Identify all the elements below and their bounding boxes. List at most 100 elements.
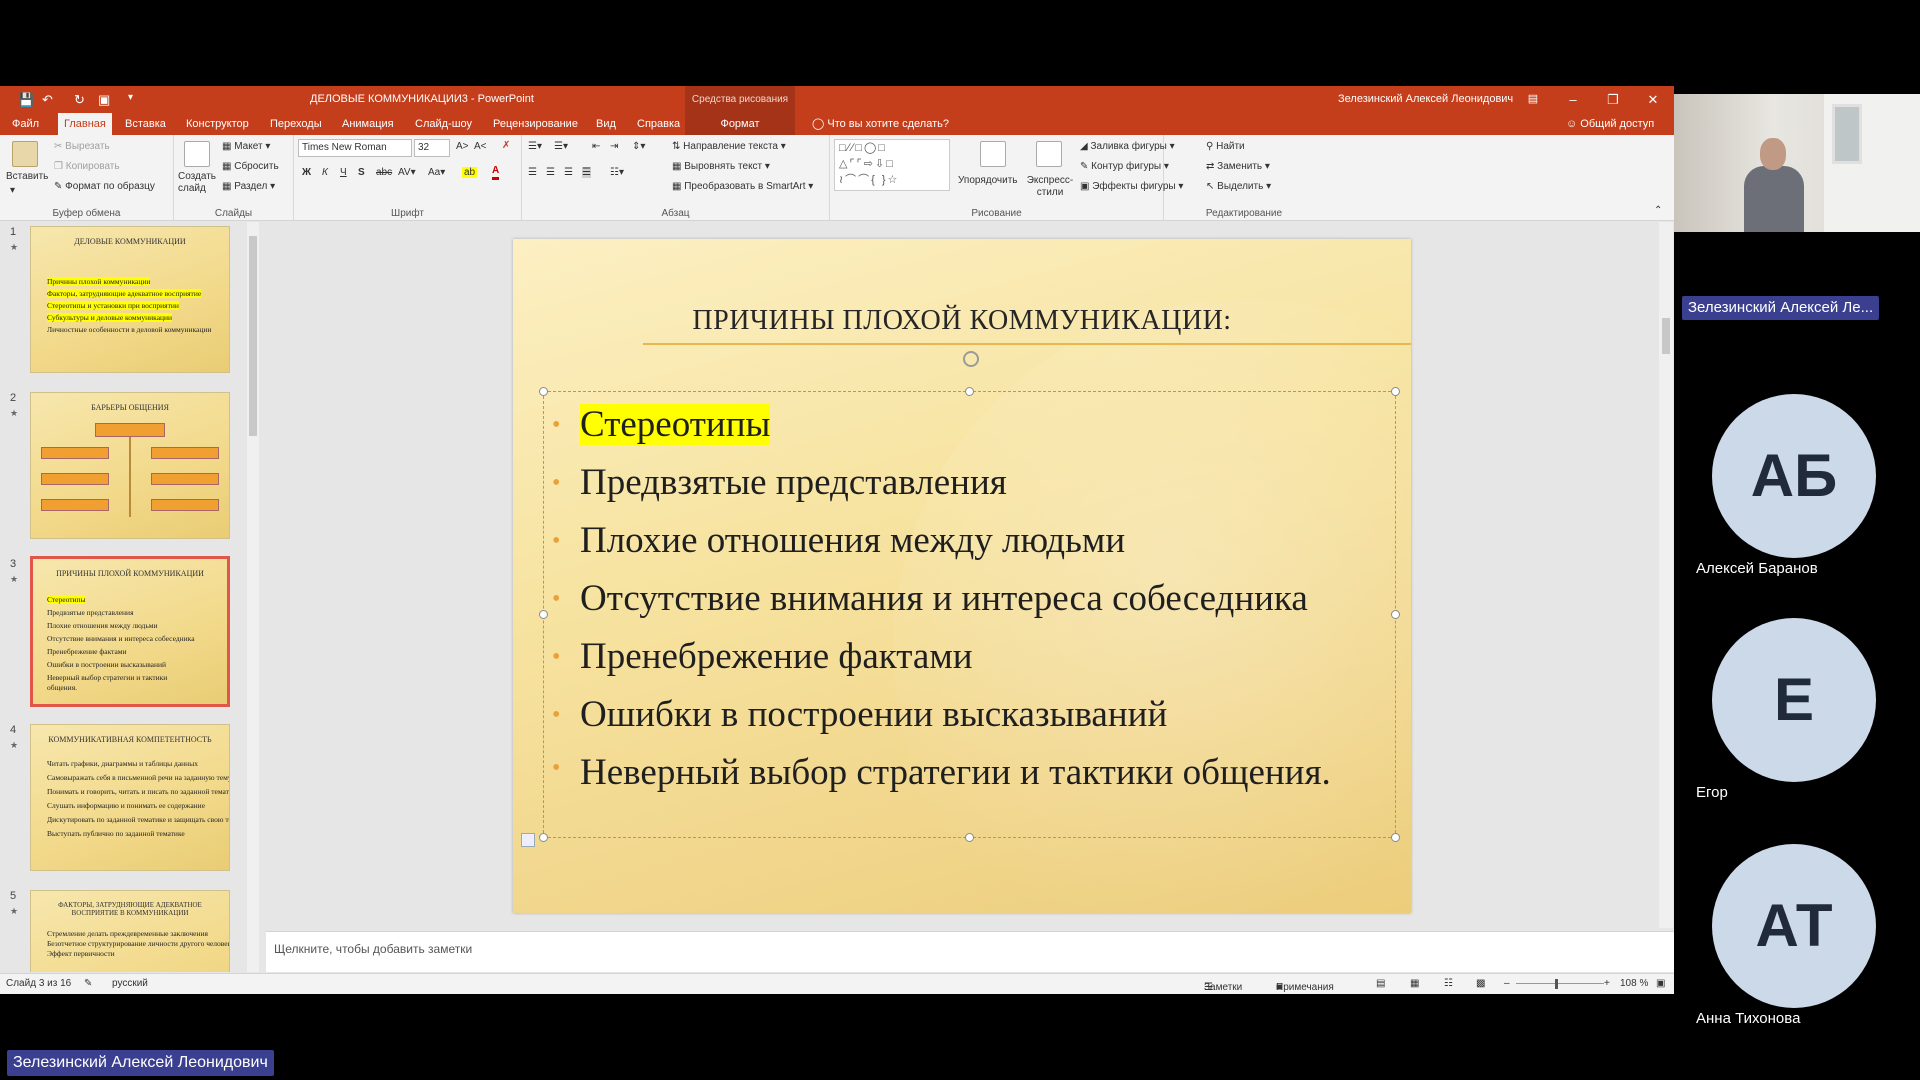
paste-button[interactable]: Вставить <box>6 171 48 182</box>
avatar[interactable]: АТ <box>1712 844 1876 1008</box>
bullet-item[interactable]: Отсутствие внимания и интереса собеседни… <box>552 570 1380 628</box>
customize-toolbar-icon[interactable]: ▾ <box>128 92 133 103</box>
slide-thumbnail-2[interactable]: БАРЬЕРЫ ОБЩЕНИЯ <box>30 392 230 539</box>
highlight-color-icon[interactable]: ab <box>462 167 478 178</box>
content-placeholder[interactable]: Стереотипы Предвзятые представления Плох… <box>539 387 1400 842</box>
bullets-icon[interactable]: ☰▾ <box>528 141 542 152</box>
fit-to-window-icon[interactable]: ▣ <box>1656 978 1665 989</box>
slide-thumbnail-5[interactable]: ФАКТОРЫ, ЗАТРУДНЯЮЩИЕ АДЕКВАТНОЕ ВОСПРИЯ… <box>30 890 230 972</box>
resize-handle[interactable] <box>539 610 548 619</box>
slide-thumbnail-1[interactable]: ДЕЛОВЫЕ КОММУНИКАЦИИ Причины плохой комм… <box>30 226 230 373</box>
ribbon-display-icon[interactable]: ▤ <box>1513 86 1553 113</box>
align-left-icon[interactable]: ☰ <box>528 167 537 178</box>
layout-button[interactable]: ▦ Макет ▾ <box>222 141 270 152</box>
collapse-ribbon-icon[interactable]: ⌃ <box>1654 205 1662 216</box>
align-text-button[interactable]: ▦ Выровнять текст ▾ <box>672 161 770 172</box>
tab-transitions[interactable]: Переходы <box>264 113 328 135</box>
arrange-button[interactable]: Упорядочить <box>958 175 1018 186</box>
resize-handle[interactable] <box>1391 833 1400 842</box>
line-spacing-icon[interactable]: ⇕▾ <box>632 141 645 152</box>
new-slide-icon[interactable] <box>184 141 210 167</box>
zoom-level[interactable]: 108 % <box>1620 978 1648 989</box>
thumbnail-scrollbar[interactable] <box>247 222 259 972</box>
zoom-slider-thumb[interactable] <box>1555 979 1558 989</box>
shape-effects-button[interactable]: ▣ Эффекты фигуры ▾ <box>1080 181 1183 192</box>
minimize-icon[interactable]: – <box>1553 86 1593 113</box>
tab-slideshow[interactable]: Слайд-шоу <box>409 113 478 135</box>
resize-handle[interactable] <box>1391 387 1400 396</box>
new-slide-button[interactable]: Создать слайд <box>178 171 218 195</box>
section-button[interactable]: ▦ Раздел ▾ <box>222 181 275 192</box>
slide-sorter-icon[interactable]: ▦ <box>1410 978 1419 989</box>
resize-handle[interactable] <box>539 833 548 842</box>
resize-handle[interactable] <box>1391 610 1400 619</box>
tab-view[interactable]: Вид <box>590 113 622 135</box>
reset-button[interactable]: ▦ Сбросить <box>222 161 279 172</box>
normal-view-icon[interactable]: ▤ <box>1376 978 1385 989</box>
start-slideshow-icon[interactable]: ▣ <box>98 92 110 108</box>
save-icon[interactable]: 💾 <box>18 92 34 108</box>
share-button[interactable]: ☺ Общий доступ <box>1560 113 1660 135</box>
scrollbar-thumb[interactable] <box>249 236 257 436</box>
bullet-item[interactable]: Пренебрежение фактами <box>552 628 1380 686</box>
text-direction-button[interactable]: ⇅ Направление текста ▾ <box>672 141 786 152</box>
current-slide[interactable]: ПРИЧИНЫ ПЛОХОЙ КОММУНИКАЦИИ: Стереотипы … <box>513 239 1411 913</box>
slide-thumbnail-3[interactable]: ПРИЧИНЫ ПЛОХОЙ КОММУНИКАЦИИ Стереотипы П… <box>30 556 230 707</box>
avatar[interactable]: АБ <box>1712 394 1876 558</box>
shapes-gallery[interactable]: □∕∕□◯□ △⌜⌜⇨⇩□ ≀⌒⌒{ }☆ <box>834 139 950 191</box>
shrink-font-icon[interactable]: A˂ <box>474 141 487 152</box>
slide-thumbnail-4[interactable]: КОММУНИКАТИВНАЯ КОМПЕТЕНТНОСТЬ Читать гр… <box>30 724 230 871</box>
rotate-handle-icon[interactable] <box>963 351 979 367</box>
shadow-button[interactable]: S <box>358 167 365 178</box>
font-color-icon[interactable]: A <box>492 165 500 180</box>
font-name-dropdown[interactable]: Times New Roman <box>298 139 412 157</box>
notes-pane[interactable]: Щелкните, чтобы добавить заметки <box>266 931 1674 972</box>
tab-format[interactable]: Формат <box>685 113 795 135</box>
restore-icon[interactable]: ❐ <box>1593 86 1633 113</box>
slideshow-view-icon[interactable]: ▩ <box>1476 978 1485 989</box>
zoom-in-icon[interactable]: + <box>1604 978 1610 989</box>
font-size-dropdown[interactable]: 32 <box>414 139 450 157</box>
align-center-icon[interactable]: ☰ <box>546 167 555 178</box>
increase-indent-icon[interactable]: ⇥ <box>610 141 618 152</box>
resize-handle[interactable] <box>539 387 548 396</box>
arrange-icon[interactable] <box>980 141 1006 167</box>
columns-icon[interactable]: ☷▾ <box>610 167 624 178</box>
cut-button[interactable]: ✂ Вырезать <box>54 141 110 152</box>
bullet-item[interactable]: Неверный выбор стратегии и тактики общен… <box>552 744 1380 797</box>
bullet-item[interactable]: Плохие отношения между людьми <box>552 512 1380 570</box>
zoom-slider[interactable] <box>1516 983 1604 984</box>
resize-handle[interactable] <box>965 833 974 842</box>
redo-icon[interactable]: ↻ <box>74 92 85 108</box>
bold-button[interactable]: Ж <box>302 167 311 178</box>
paste-dropdown-icon[interactable]: ▾ <box>10 185 15 196</box>
replace-button[interactable]: ⇄ Заменить ▾ <box>1206 161 1270 172</box>
tab-insert[interactable]: Вставка <box>119 113 172 135</box>
align-right-icon[interactable]: ☰ <box>564 167 573 178</box>
grow-font-icon[interactable]: A˃ <box>456 141 469 152</box>
shape-fill-button[interactable]: ◢ Заливка фигуры ▾ <box>1080 141 1175 152</box>
layout-options-icon[interactable] <box>521 833 535 847</box>
tab-home[interactable]: Главная <box>58 113 112 135</box>
tell-me-box[interactable]: ◯ Что вы хотите сделать? <box>806 113 955 135</box>
italic-button[interactable]: К <box>322 167 328 178</box>
underline-button[interactable]: Ч <box>340 167 347 178</box>
copy-button[interactable]: ❐ Копировать <box>54 161 120 172</box>
bullet-item[interactable]: Ошибки в построении высказываний <box>552 686 1380 744</box>
spellcheck-icon[interactable]: ✎ <box>84 978 92 989</box>
char-spacing-icon[interactable]: AV▾ <box>398 167 416 178</box>
canvas-scrollbar[interactable] <box>1659 222 1673 928</box>
slide-title[interactable]: ПРИЧИНЫ ПЛОХОЙ КОММУНИКАЦИИ: <box>513 305 1411 337</box>
bullet-item[interactable]: Предвзятые представления <box>552 454 1380 512</box>
quick-styles-button[interactable]: Экспресс-стили <box>1026 175 1074 199</box>
tab-review[interactable]: Рецензирование <box>487 113 584 135</box>
convert-smartart-button[interactable]: ▦ Преобразовать в SmartArt ▾ <box>672 181 813 192</box>
scrollbar-thumb[interactable] <box>1662 318 1670 354</box>
paste-icon[interactable] <box>12 141 38 167</box>
tab-animations[interactable]: Анимация <box>336 113 400 135</box>
change-case-icon[interactable]: Aa▾ <box>428 167 445 178</box>
tab-help[interactable]: Справка <box>631 113 686 135</box>
account-name[interactable]: Зелезинский Алексей Леонидович <box>1338 93 1513 105</box>
close-icon[interactable]: ✕ <box>1633 86 1673 113</box>
find-button[interactable]: ⚲ Найти <box>1206 141 1245 152</box>
